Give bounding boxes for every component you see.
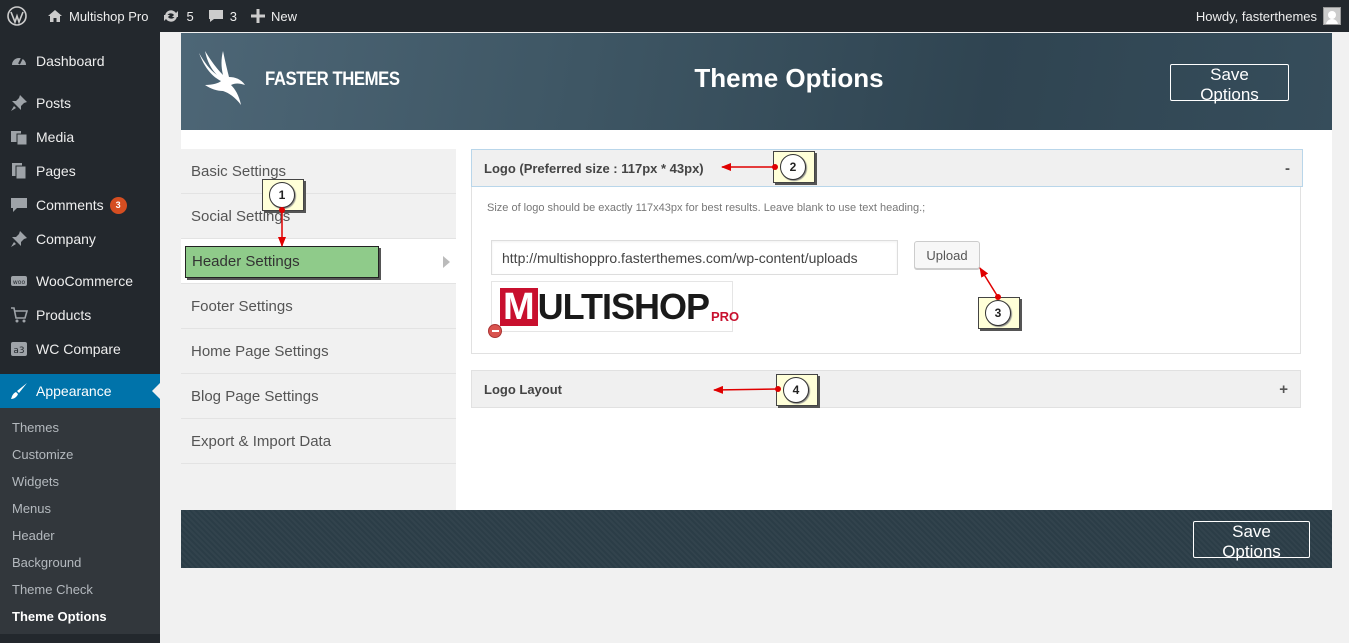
chevron-right-icon	[443, 256, 450, 268]
menu-company[interactable]: Company	[0, 222, 160, 256]
remove-logo-icon[interactable]	[488, 324, 502, 338]
callout-1: 1	[262, 179, 304, 211]
theme-options-header: FASTER THEMES Theme Options Save Options	[181, 33, 1332, 130]
menu-label: Comments	[36, 197, 104, 213]
logo-layout-section-header[interactable]: Logo Layout +	[471, 370, 1301, 408]
menu-pages[interactable]: Pages	[0, 154, 160, 188]
submenu-customize[interactable]: Customize	[0, 441, 160, 468]
woo-icon: woo	[10, 272, 28, 290]
logo-section-header[interactable]: Logo (Preferred size : 117px * 43px) -	[471, 149, 1303, 187]
tab-header-settings[interactable]: Header Settings	[181, 239, 456, 284]
callout-number: 4	[783, 377, 809, 403]
comment-icon	[208, 10, 223, 22]
pin-icon	[10, 230, 28, 248]
admin-bar: Multishop Pro 5 3 New Howdy, fastertheme…	[0, 0, 1349, 32]
menu-label: WC Compare	[36, 341, 121, 357]
submenu-widgets[interactable]: Widgets	[0, 468, 160, 495]
pin-icon	[10, 94, 28, 112]
logo-preview-image: M ULTISHOP PRO	[491, 281, 739, 332]
menu-appearance[interactable]: Appearance	[0, 374, 160, 408]
menu-products[interactable]: Products	[0, 298, 160, 332]
menu-label: Dashboard	[36, 53, 105, 69]
logo-hint-text: Size of logo should be exactly 117x43px …	[487, 202, 926, 214]
menu-label: Media	[36, 129, 75, 145]
menu-label: Appearance	[36, 383, 112, 399]
submenu-header[interactable]: Header	[0, 522, 160, 549]
svg-text:woo: woo	[13, 279, 26, 286]
comments-count: 3	[229, 8, 237, 24]
appearance-submenu: Themes Customize Widgets Menus Header Ba…	[0, 408, 160, 634]
submenu-themes[interactable]: Themes	[0, 414, 160, 441]
howdy-text: Howdy, fasterthemes	[1195, 8, 1317, 24]
logo-pro-mark: PRO	[711, 309, 740, 324]
comments-badge: 3	[109, 196, 127, 214]
menu-posts[interactable]: Posts	[0, 86, 160, 120]
avatar	[1323, 7, 1341, 25]
menu-label: Company	[36, 231, 96, 247]
admin-sidebar: Dashboard Posts Media Pages Comments 3 C…	[0, 32, 160, 643]
tab-header-settings-label: Header Settings	[185, 246, 379, 278]
logo-section-body: Size of logo should be exactly 117x43px …	[471, 187, 1301, 354]
comments-link[interactable]: 3	[201, 0, 244, 32]
compare-icon: a3	[10, 340, 28, 358]
collapse-toggle[interactable]: -	[1285, 160, 1290, 177]
home-icon	[48, 10, 62, 22]
comments-icon	[10, 196, 28, 214]
tab-basic-settings[interactable]: Basic Settings	[181, 149, 456, 194]
tab-footer-settings[interactable]: Footer Settings	[181, 284, 456, 329]
updates-count: 5	[186, 8, 194, 24]
site-name: Multishop Pro	[69, 8, 149, 24]
updates-icon	[164, 10, 179, 22]
tab-home-page-settings[interactable]: Home Page Settings	[181, 329, 456, 374]
dashboard-icon	[10, 52, 28, 70]
submenu-background[interactable]: Background	[0, 549, 160, 576]
submenu-theme-options[interactable]: Theme Options	[0, 603, 160, 630]
media-icon	[10, 128, 28, 146]
save-options-button-bottom[interactable]: Save Options	[1193, 521, 1310, 561]
wordpress-logo[interactable]	[0, 0, 40, 32]
callout-number: 2	[780, 154, 806, 180]
theme-options-body: Basic Settings Social Settings Header Se…	[181, 130, 1332, 510]
upload-button[interactable]: Upload	[914, 241, 980, 269]
settings-tabs: Basic Settings Social Settings Header Se…	[181, 149, 456, 510]
svg-text:a3: a3	[13, 346, 24, 356]
menu-dashboard[interactable]: Dashboard	[0, 44, 160, 78]
tab-social-settings[interactable]: Social Settings	[181, 194, 456, 239]
logo-wordmark: ULTISHOP	[537, 285, 710, 327]
callout-number: 3	[985, 300, 1011, 326]
submenu-menus[interactable]: Menus	[0, 495, 160, 522]
save-options-button-top[interactable]: Save Options	[1170, 64, 1289, 104]
menu-wc-compare[interactable]: a3 WC Compare	[0, 332, 160, 366]
menu-label: Pages	[36, 163, 76, 179]
logo-url-input[interactable]	[491, 240, 898, 275]
menu-label: WooCommerce	[36, 273, 133, 289]
pages-icon	[10, 162, 28, 180]
site-name-link[interactable]: Multishop Pro	[40, 0, 155, 32]
new-label: New	[270, 8, 297, 24]
menu-comments[interactable]: Comments 3	[0, 188, 160, 222]
wordpress-icon	[7, 6, 27, 26]
brush-icon	[10, 382, 28, 400]
plus-icon	[250, 9, 265, 23]
logo-layout-title: Logo Layout	[484, 381, 562, 397]
cart-icon	[10, 306, 28, 324]
menu-woocommerce[interactable]: woo WooCommerce	[0, 264, 160, 298]
menu-label: Posts	[36, 95, 72, 111]
menu-media[interactable]: Media	[0, 120, 160, 154]
tab-export-import-data[interactable]: Export & Import Data	[181, 419, 456, 464]
my-account[interactable]: Howdy, fasterthemes	[1189, 0, 1349, 32]
submenu-theme-check[interactable]: Theme Check	[0, 576, 160, 603]
logo-letter-m: M	[500, 287, 538, 326]
new-content-link[interactable]: New	[244, 0, 304, 32]
callout-4: 4	[776, 374, 818, 406]
updates-link[interactable]: 5	[155, 0, 200, 32]
logo-section-title: Logo (Preferred size : 117px * 43px)	[484, 160, 704, 176]
theme-options-footer: Save Options	[181, 510, 1332, 568]
callout-number: 1	[269, 182, 295, 208]
menu-label: Products	[36, 307, 92, 323]
callout-2: 2	[773, 151, 815, 183]
expand-toggle[interactable]: +	[1279, 381, 1288, 398]
tab-blog-page-settings[interactable]: Blog Page Settings	[181, 374, 456, 419]
callout-3: 3	[978, 297, 1020, 329]
